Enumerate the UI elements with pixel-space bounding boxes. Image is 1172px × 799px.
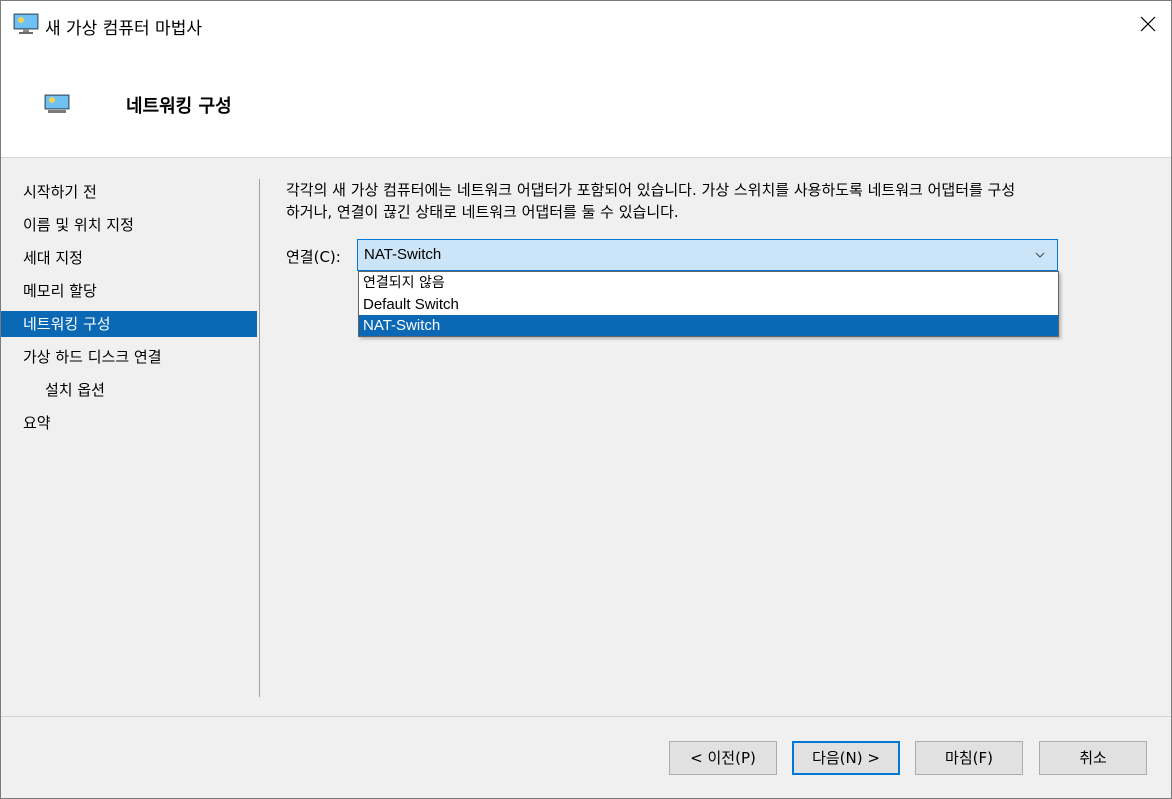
close-button[interactable] bbox=[1125, 1, 1171, 51]
sidebar-item-generation[interactable]: 세대 지정 bbox=[1, 245, 257, 271]
window-title: 새 가상 컴퓨터 마법사 bbox=[45, 19, 202, 39]
sidebar-item-name-location[interactable]: 이름 및 위치 지정 bbox=[1, 212, 257, 238]
dropdown-option-nat-switch[interactable]: NAT-Switch bbox=[359, 315, 1058, 336]
chevron-down-icon[interactable] bbox=[1035, 240, 1047, 270]
sidebar-item-summary[interactable]: 요약 bbox=[1, 410, 257, 436]
description-text: 각각의 새 가상 컴퓨터에는 네트워크 어댑터가 포함되어 있습니다. 가상 스… bbox=[286, 179, 1146, 223]
wizard-header: 네트워킹 구성 bbox=[1, 51, 1171, 158]
sidebar-item-networking[interactable]: 네트워킹 구성 bbox=[1, 311, 257, 337]
sidebar-item-install-options[interactable]: 설치 옵션 bbox=[1, 377, 257, 403]
dropdown-option-not-connected[interactable]: 연결되지 않음 bbox=[359, 273, 1058, 294]
sidebar-item-before-you-begin[interactable]: 시작하기 전 bbox=[1, 179, 257, 205]
footer-divider bbox=[1, 716, 1171, 717]
sidebar-item-memory[interactable]: 메모리 할당 bbox=[1, 278, 257, 304]
connection-select-value: NAT-Switch bbox=[364, 246, 442, 263]
description-line-1: 각각의 새 가상 컴퓨터에는 네트워크 어댑터가 포함되어 있습니다. 가상 스… bbox=[286, 181, 1016, 199]
dropdown-option-default-switch[interactable]: Default Switch bbox=[359, 294, 1058, 315]
finish-button[interactable]: 마침(F) bbox=[915, 741, 1023, 775]
wizard-window: 새 가상 컴퓨터 마법사 네트워킹 구성 시작하기 전 이름 및 위치 지정 세… bbox=[0, 0, 1172, 799]
next-button[interactable]: 다음(N) > bbox=[792, 741, 900, 775]
close-icon bbox=[1140, 16, 1156, 36]
cancel-button[interactable]: 취소 bbox=[1039, 741, 1147, 775]
page-title: 네트워킹 구성 bbox=[126, 96, 232, 117]
content-area: 각각의 새 가상 컴퓨터에는 네트워크 어댑터가 포함되어 있습니다. 가상 스… bbox=[286, 179, 1156, 223]
connection-select[interactable]: NAT-Switch bbox=[357, 239, 1058, 271]
wizard-steps-nav: 시작하기 전 이름 및 위치 지정 세대 지정 메모리 할당 네트워킹 구성 가… bbox=[1, 159, 259, 715]
monitor-icon bbox=[13, 13, 39, 35]
sidebar-item-virtual-disk[interactable]: 가상 하드 디스크 연결 bbox=[1, 344, 257, 370]
title-bar: 새 가상 컴퓨터 마법사 bbox=[1, 1, 1171, 51]
connection-label: 연결(C): bbox=[286, 248, 341, 266]
monitor-icon bbox=[43, 93, 71, 115]
previous-button[interactable]: < 이전(P) bbox=[669, 741, 777, 775]
connection-dropdown-list: 연결되지 않음 Default Switch NAT-Switch bbox=[358, 271, 1059, 337]
description-line-2: 하거나, 연결이 끊긴 상태로 네트워크 어댑터를 둘 수 있습니다. bbox=[286, 203, 679, 221]
sidebar-divider bbox=[259, 179, 260, 697]
